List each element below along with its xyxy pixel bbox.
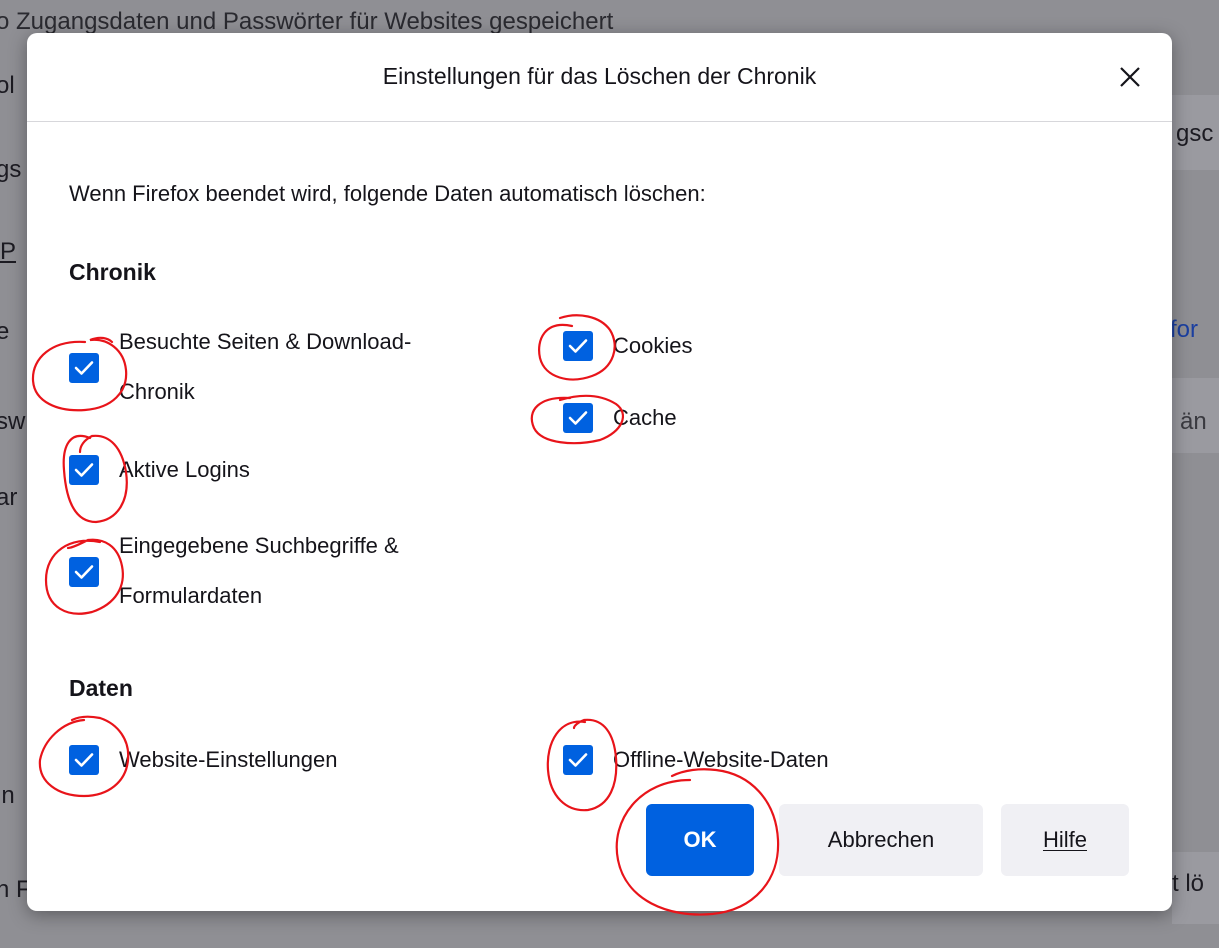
ok-button[interactable]: OK xyxy=(646,804,754,876)
checkbox-label-line: Chronik xyxy=(119,379,195,404)
checkbox-label: Offline-Website-Daten xyxy=(613,747,829,772)
clear-history-settings-dialog: Einstellungen für das Löschen der Chroni… xyxy=(27,33,1172,911)
checkbox-checked[interactable] xyxy=(69,455,99,485)
checkmark-icon xyxy=(568,339,588,353)
help-button-label: Hilfe xyxy=(1042,827,1087,852)
checkmark-icon xyxy=(74,753,94,767)
screen: o Zugangsdaten und Passwörter für Websit… xyxy=(0,0,1219,948)
checkmark-icon xyxy=(74,565,94,579)
checkbox-label: Aktive Logins xyxy=(119,457,250,482)
checkbox-label: Eingegebene Suchbegriffe & Formulardaten xyxy=(119,521,399,621)
checkbox-visited-pages[interactable]: Besuchte Seiten & Download- Chronik xyxy=(69,329,411,417)
background-text: sw xyxy=(0,408,26,435)
checkbox-cache[interactable]: Cache xyxy=(563,403,677,443)
background-text: o Zugangsdaten und Passwörter für Websit… xyxy=(0,8,614,35)
checkmark-icon xyxy=(568,411,588,425)
checkmark-icon xyxy=(568,753,588,767)
background-link: P xyxy=(0,238,17,265)
close-icon xyxy=(1120,67,1140,87)
checkbox-active-logins[interactable]: Aktive Logins xyxy=(69,455,250,495)
checkbox-cookies[interactable]: Cookies xyxy=(563,331,692,371)
checkbox-label: Cache xyxy=(613,405,677,430)
close-button[interactable] xyxy=(1108,55,1152,99)
checkbox-label-line: Formulardaten xyxy=(119,583,263,608)
checkmark-icon xyxy=(74,361,94,375)
checkbox-checked[interactable] xyxy=(563,745,593,775)
checkbox-label: Website-Einstellungen xyxy=(119,747,338,772)
help-button[interactable]: Hilfe xyxy=(1001,804,1129,876)
checkbox-form-search-data[interactable]: Eingegebene Suchbegriffe & Formulardaten xyxy=(69,533,399,621)
background-text: ol xyxy=(0,72,15,99)
checkbox-checked[interactable] xyxy=(69,557,99,587)
background-text: än xyxy=(1180,408,1207,435)
checkbox-label-line: Eingegebene Suchbegriffe & xyxy=(119,533,399,558)
background-text: gs xyxy=(0,156,22,183)
checkbox-label: Besuchte Seiten & Download- Chronik xyxy=(119,317,411,417)
checkbox-label-line: Besuchte Seiten & Download- xyxy=(119,329,412,354)
checkbox-checked[interactable] xyxy=(69,745,99,775)
checkbox-offline-site-data[interactable]: Offline-Website-Daten xyxy=(563,745,829,785)
cancel-button[interactable]: Abbrechen xyxy=(779,804,983,876)
dialog-description: Wenn Firefox beendet wird, folgende Date… xyxy=(69,181,706,206)
checkbox-site-settings[interactable]: Website-Einstellungen xyxy=(69,745,338,785)
background-text: t lö xyxy=(1172,870,1205,897)
background-text: e xyxy=(0,318,10,345)
checkbox-checked[interactable] xyxy=(563,403,593,433)
section-heading-chronik: Chronik xyxy=(69,259,156,285)
background-text: ar xyxy=(0,484,18,511)
dialog-title: Einstellungen für das Löschen der Chroni… xyxy=(382,63,817,89)
checkbox-checked[interactable] xyxy=(563,331,593,361)
section-heading-daten: Daten xyxy=(69,675,133,701)
background-text: in xyxy=(0,782,15,809)
checkbox-checked[interactable] xyxy=(69,353,99,383)
background-text: gsc xyxy=(1176,120,1214,147)
background-link: for xyxy=(1170,316,1199,343)
dialog-header: Einstellungen für das Löschen der Chroni… xyxy=(27,33,1172,122)
checkbox-label: Cookies xyxy=(613,333,693,358)
checkmark-icon xyxy=(74,463,94,477)
